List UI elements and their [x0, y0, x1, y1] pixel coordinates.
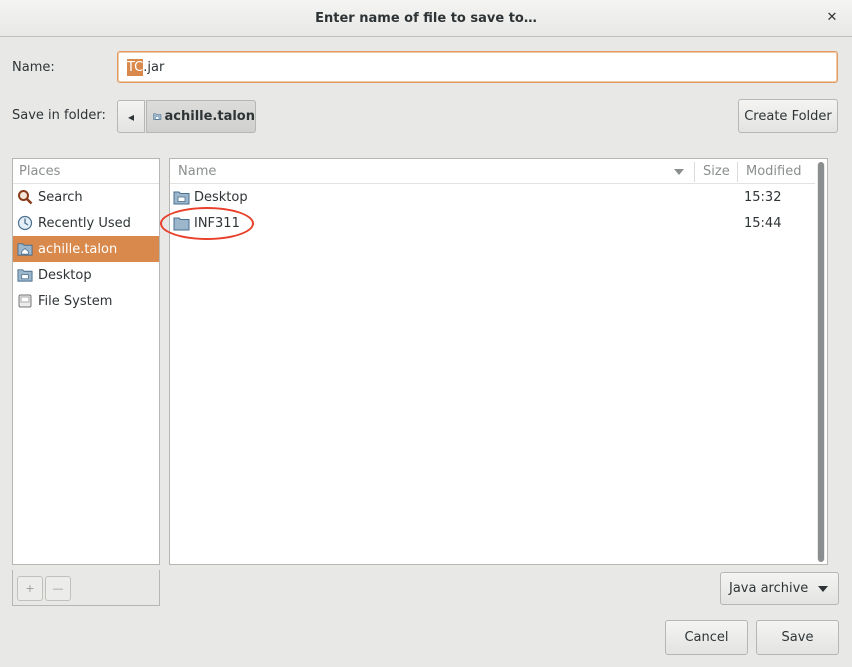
sort-arrow-icon [674, 169, 684, 175]
annotation-circle [160, 207, 254, 240]
save-button[interactable]: Save [756, 620, 839, 655]
file-modified: 15:32 [744, 190, 782, 205]
chevron-down-icon [818, 586, 828, 592]
add-bookmark-button[interactable]: + [17, 576, 43, 601]
place-item-label: Recently Used [38, 215, 131, 231]
recent-icon [17, 215, 33, 231]
filename-selected-text: TC [127, 58, 144, 76]
file-list-scrollbar[interactable] [817, 162, 825, 562]
column-size[interactable]: Size [695, 159, 730, 184]
place-item-label: Desktop [38, 267, 92, 283]
filename-extension: .jar [143, 59, 165, 75]
home-folder-icon [17, 243, 33, 256]
file-name-cell: Desktop [173, 190, 248, 205]
file-row-inf311[interactable]: INF311 15:44 [170, 211, 815, 237]
column-modified[interactable]: Modified [738, 159, 801, 184]
place-item-label: File System [38, 293, 113, 309]
path-back-button[interactable]: ◂ [117, 100, 145, 133]
chevron-left-icon: ◂ [127, 109, 135, 124]
file-list-header: Name Size Modified [170, 159, 815, 184]
path-folder-button[interactable]: achille.talon [146, 100, 256, 133]
place-item-search[interactable]: Search [13, 184, 159, 210]
desktop-folder-icon [173, 191, 190, 205]
places-header: Places [13, 159, 159, 184]
remove-bookmark-button[interactable]: — [45, 576, 71, 601]
name-label: Name: [12, 60, 55, 75]
file-row-desktop[interactable]: Desktop 15:32 [170, 185, 815, 211]
path-folder-label: achille.talon [164, 109, 256, 124]
file-modified: 15:44 [744, 216, 782, 231]
file-name: Desktop [194, 190, 248, 205]
dialog-title: Enter name of file to save to… [315, 10, 537, 26]
places-sidebar: Places Search Recently Used achille.talo… [12, 158, 160, 565]
drive-icon [18, 294, 32, 308]
file-type-selected: Java archive [729, 581, 809, 596]
place-item-file-system[interactable]: File System [13, 288, 159, 314]
filename-input[interactable]: TC .jar [117, 51, 838, 83]
place-item-label: achille.talon [38, 241, 118, 257]
home-folder-icon [153, 113, 162, 120]
column-name[interactable]: Name [170, 159, 216, 184]
desktop-folder-icon [17, 269, 33, 282]
search-icon [18, 190, 33, 205]
file-list: Name Size Modified Desktop 15:32 INF311 … [169, 158, 828, 565]
close-icon[interactable]: ✕ [824, 10, 840, 26]
dialog-titlebar: Enter name of file to save to… ✕ [0, 0, 852, 37]
save-in-folder-label: Save in folder: [12, 108, 106, 123]
place-item-recently-used[interactable]: Recently Used [13, 210, 159, 236]
place-item-label: Search [38, 189, 83, 205]
cancel-button[interactable]: Cancel [665, 620, 748, 655]
scrollbar-thumb[interactable] [818, 162, 824, 562]
place-item-home[interactable]: achille.talon [13, 236, 159, 262]
create-folder-button[interactable]: Create Folder [738, 99, 838, 133]
place-item-desktop[interactable]: Desktop [13, 262, 159, 288]
file-type-filter[interactable]: Java archive [720, 572, 839, 605]
